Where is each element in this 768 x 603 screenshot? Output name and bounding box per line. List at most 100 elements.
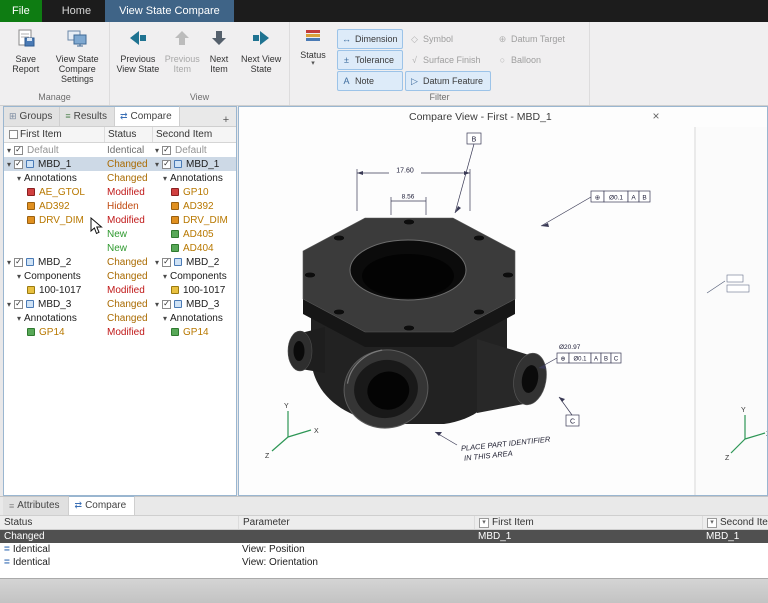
expand-toggle[interactable]: ▾ <box>17 174 21 183</box>
flag-green-icon <box>171 230 179 238</box>
expand-toggle[interactable]: ▾ <box>163 174 167 183</box>
tree-row[interactable]: GP14 Modified GP14 <box>4 325 236 339</box>
first-item-filter-icon[interactable]: ▾ <box>479 517 489 528</box>
dimension-8-56[interactable]: 8.56 <box>390 191 427 215</box>
tree-row[interactable]: 100-1017 Modified 100-1017 <box>4 283 236 297</box>
row-checkbox[interactable]: ✓ <box>14 159 24 169</box>
filter-toggle-balloon[interactable]: ○ Balloon <box>493 50 579 70</box>
bottom-results-panel: ≡ Attributes ⇄ Compare Status Parameter … <box>0 496 768 578</box>
tab-file[interactable]: File <box>0 0 42 22</box>
flag-orange-icon <box>27 202 35 210</box>
fcf-position-tolerance[interactable]: ⊕ Ø0.1 A B <box>540 190 651 227</box>
viewport-header: Compare View - First - MBD_1 × <box>239 107 767 127</box>
next-view-state-button[interactable]: Next View State <box>236 25 286 77</box>
row-checkbox[interactable]: ✓ <box>14 257 24 267</box>
flag-green-icon <box>171 244 179 252</box>
row-checkbox[interactable]: ✓ <box>162 257 172 267</box>
filter-toggle-surface-finish[interactable]: √ Surface Finish <box>405 50 491 70</box>
filter-toggle-datum-target[interactable]: ⊕ Datum Target <box>493 29 579 49</box>
second-view-sliver[interactable]: Y X Z <box>694 127 768 496</box>
tree-row[interactable]: DRV_DIM Modified DRV_DIM <box>4 213 236 227</box>
tree-item-label: Components <box>170 270 227 282</box>
view-state-compare-settings-button[interactable]: View State Compare Settings <box>48 25 106 87</box>
tree-row[interactable]: ▾ ✓ Default Identical ▾ ✓ Default <box>4 143 236 157</box>
tree-item-label: Default <box>27 144 59 156</box>
expand-toggle[interactable]: ▾ <box>155 146 159 155</box>
save-report-button[interactable]: Save Report <box>3 25 48 77</box>
tree-row[interactable]: AE_GTOL Modified GP10 <box>4 185 236 199</box>
cell-text: View: Orientation <box>242 557 318 568</box>
select-all-checkbox[interactable]: ✓ <box>9 130 18 139</box>
bottom-tabs: ≡ Attributes ⇄ Compare <box>0 496 768 516</box>
tree-row[interactable]: New AD405 <box>4 227 236 241</box>
previous-view-state-button[interactable]: Previous View State <box>113 25 163 77</box>
part-identifier-note[interactable]: PLACE PART IDENTIFIER IN THIS AREA <box>460 435 552 463</box>
expand-toggle[interactable]: ▾ <box>7 160 11 169</box>
tree-row[interactable]: New AD404 <box>4 241 236 255</box>
view-icon <box>174 160 183 168</box>
tab-attributes[interactable]: ≡ Attributes <box>3 497 69 515</box>
add-panel-button[interactable]: + <box>219 114 233 126</box>
row-checkbox[interactable]: ✓ <box>162 145 172 155</box>
tab-bottom-compare[interactable]: ⇄ Compare <box>68 496 136 515</box>
tab-groups[interactable]: ⊞ Groups <box>4 107 61 126</box>
row-checkbox[interactable]: ✓ <box>162 299 172 309</box>
graphics-viewport[interactable]: Compare View - First - MBD_1 × 17.60 8.5… <box>238 106 768 496</box>
expand-toggle[interactable]: ▾ <box>163 272 167 281</box>
tab-home[interactable]: Home <box>48 0 105 22</box>
ribbon-empty-space <box>590 22 768 105</box>
row-checkbox[interactable]: ✓ <box>162 159 172 169</box>
tree-row[interactable]: ▾ ✓ MBD_1 Changed ▾ ✓ MBD_1 <box>4 157 236 171</box>
second-item-filter-icon[interactable]: ▾ <box>707 517 717 528</box>
orientation-triad[interactable]: Y X Z <box>265 403 319 460</box>
compare-result-row[interactable]: = Identical View: Position <box>0 543 768 556</box>
tree-item-label: AD404 <box>183 242 214 254</box>
compare-result-row[interactable]: = Identical View: Orientation <box>0 556 768 569</box>
filter-toggle-datum-feature[interactable]: ▷ Datum Feature <box>405 71 491 91</box>
expand-toggle[interactable]: ▾ <box>17 314 21 323</box>
tree-item-label: Annotations <box>170 172 223 184</box>
part-3d-model[interactable] <box>287 217 550 435</box>
status-filter-button[interactable]: Status ▾ <box>293 25 333 70</box>
row-checkbox[interactable]: ✓ <box>14 299 24 309</box>
second-item-header: Second Item <box>720 517 768 528</box>
ribbon-group-label-filter: Filter <box>429 92 450 102</box>
tree-row[interactable]: AD392 Hidden AD392 <box>4 199 236 213</box>
filter-toggle-note[interactable]: A Note <box>337 71 403 91</box>
expand-toggle[interactable]: ▾ <box>7 258 11 267</box>
previous-item-button[interactable]: Previous Item <box>163 25 202 77</box>
expand-toggle[interactable]: ▾ <box>155 300 159 309</box>
tab-view-state-compare[interactable]: View State Compare <box>105 0 234 22</box>
tree-row[interactable]: ▾ Components Changed ▾ Components <box>4 269 236 283</box>
tree-item-label: MBD_3 <box>186 298 220 310</box>
tree-row[interactable]: ▾ ✓ MBD_2 Changed ▾ ✓ MBD_2 <box>4 255 236 269</box>
bottom-table-rows: Changed MBD_1 MBD_1 = Identical View: Positio… <box>0 530 768 569</box>
tab-compare[interactable]: ⇄ Compare <box>114 106 180 126</box>
tab-results[interactable]: ≡ Results <box>60 107 115 126</box>
expand-toggle[interactable]: ▾ <box>7 146 11 155</box>
tree-row[interactable]: ▾ Annotations Changed ▾ Annotations <box>4 171 236 185</box>
viewport-canvas[interactable]: 17.60 8.56 B ⊕ Ø0.1 A B Ø20.97 ⊕ Ø0.1 A … <box>239 127 768 496</box>
attributes-tab-label: Attributes <box>17 500 60 511</box>
expand-toggle[interactable]: ▾ <box>7 300 11 309</box>
close-view-icon[interactable]: × <box>649 109 663 123</box>
tree-row[interactable]: ▾ ✓ MBD_3 Changed ▾ ✓ MBD_3 <box>4 297 236 311</box>
flag-red-icon <box>171 188 179 196</box>
port-diameter-dimension[interactable]: Ø20.97 ⊕ Ø0.1 A B C <box>538 344 622 369</box>
status-cell: Changed <box>107 312 148 324</box>
filter-toggle-symbol[interactable]: ◇ Symbol <box>405 29 491 49</box>
view-icon <box>26 258 35 266</box>
tree-row[interactable]: ▾ Annotations Changed ▾ Annotations <box>4 311 236 325</box>
next-item-button[interactable]: Next Item <box>202 25 237 77</box>
row-checkbox[interactable]: ✓ <box>14 145 24 155</box>
expand-toggle[interactable]: ▾ <box>17 272 21 281</box>
expand-toggle[interactable]: ▾ <box>155 160 159 169</box>
datum-c-label[interactable]: C <box>558 396 580 427</box>
dimension-17-60[interactable]: 17.60 <box>356 165 471 211</box>
status-cell: Identical <box>107 144 145 156</box>
filter-toggle-dimension[interactable]: ↔ Dimension <box>337 29 403 49</box>
expand-toggle[interactable]: ▾ <box>163 314 167 323</box>
expand-toggle[interactable]: ▾ <box>155 258 159 267</box>
compare-result-row[interactable]: Changed MBD_1 MBD_1 <box>0 530 768 543</box>
filter-toggle-tolerance[interactable]: ± Tolerance <box>337 50 403 70</box>
